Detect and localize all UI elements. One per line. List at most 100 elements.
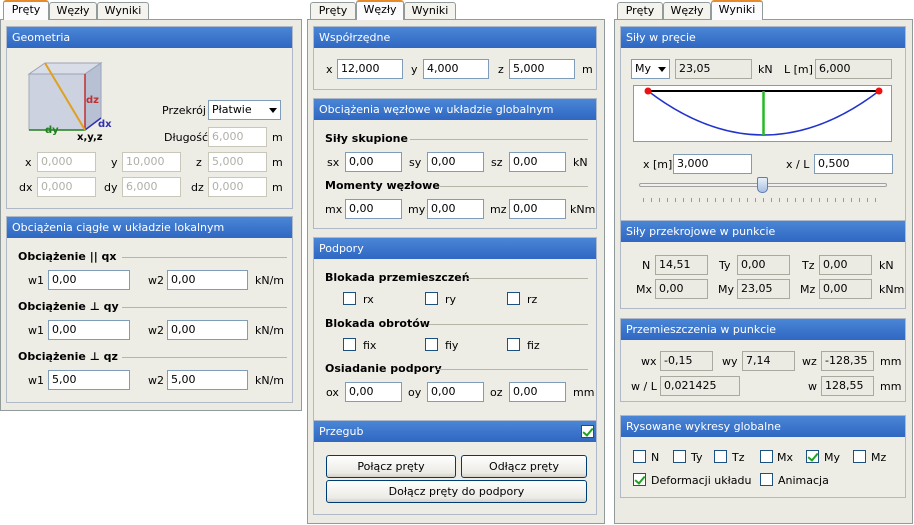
hinge-header: Przegub <box>314 421 596 442</box>
end-node-dot <box>875 87 883 95</box>
y-field[interactable]: 10,000 <box>122 152 181 172</box>
qx-w1-field[interactable]: 0,00 <box>48 270 130 290</box>
oz-label: oz <box>490 386 503 399</box>
position-xl-field[interactable]: 0,500 <box>814 154 893 174</box>
position-x-label: x [m] <box>643 158 673 171</box>
tab-nodes[interactable]: Węzły <box>356 0 404 20</box>
tab-nodes[interactable]: Węzły <box>49 2 97 20</box>
fix-checkbox[interactable] <box>343 338 356 351</box>
tab-members[interactable]: Pręty <box>3 0 49 20</box>
rz-checkbox[interactable] <box>507 292 520 305</box>
tab-results[interactable]: Wyniki <box>711 0 763 20</box>
animation-checkbox[interactable] <box>760 473 773 486</box>
members-panel: Pręty Węzły Wyniki Geometria dz dx dy x,… <box>0 0 302 525</box>
rx-checkbox[interactable] <box>343 292 356 305</box>
node-x-field[interactable]: 12,000 <box>337 59 403 79</box>
section-forces-group: Siły przekrojowe w punkcie N 14,51 Ty 0,… <box>620 220 906 309</box>
settlement-unit: mm <box>573 386 595 399</box>
plot-ty-checkbox[interactable] <box>673 450 686 463</box>
x-field[interactable]: 0,000 <box>37 152 96 172</box>
length-field[interactable]: 6,000 <box>208 127 267 147</box>
cube-dz-label: dz <box>86 95 99 106</box>
wx-label: wx <box>641 355 657 368</box>
hinge-checkbox[interactable] <box>581 425 594 438</box>
qz-w2-field[interactable]: 5,00 <box>167 370 248 390</box>
plot-my-checkbox[interactable] <box>806 450 819 463</box>
sx-field[interactable]: 0,00 <box>345 152 402 172</box>
position-x-field[interactable]: 3,000 <box>673 154 752 174</box>
plot-mx-checkbox[interactable] <box>760 450 773 463</box>
tab-members[interactable]: Pręty <box>617 2 663 20</box>
rx-label: rx <box>363 293 374 306</box>
section-force-unit: kN <box>879 259 894 272</box>
ry-checkbox[interactable] <box>425 292 438 305</box>
sy-label: sy <box>409 156 422 169</box>
oy-field[interactable]: 0,00 <box>427 382 484 402</box>
qy-w2-field[interactable]: 0,00 <box>167 320 248 340</box>
disconnect-members-button[interactable]: Odłącz pręty <box>461 455 587 478</box>
divider <box>437 369 588 370</box>
oz-field[interactable]: 0,00 <box>509 382 566 402</box>
section-select[interactable]: Płatwie <box>208 100 281 120</box>
dy-field[interactable]: 6,000 <box>122 177 181 197</box>
load-qz-heading: Obciążenie ⊥ qz <box>18 350 118 363</box>
sz-label: sz <box>491 156 503 169</box>
chevron-down-icon <box>658 67 666 72</box>
deformation-checkbox[interactable] <box>633 473 646 486</box>
sz-field[interactable]: 0,00 <box>509 152 566 172</box>
qx-unit: kN/m <box>255 274 285 287</box>
plot-ty-label: Ty <box>691 451 703 464</box>
qx-w2-field[interactable]: 0,00 <box>167 270 248 290</box>
ox-label: ox <box>326 386 339 399</box>
qz-w1-label: w1 <box>28 374 44 387</box>
connect-members-button[interactable]: Połącz pręty <box>326 455 456 478</box>
fiy-label: fiy <box>445 339 459 352</box>
qz-w1-field[interactable]: 5,00 <box>48 370 130 390</box>
supports-group: Podpory Blokada przemieszczeń rx ry rz B… <box>313 237 597 427</box>
z-field[interactable]: 5,000 <box>208 152 267 172</box>
force-component-select[interactable]: My <box>631 59 670 79</box>
fix-label: fix <box>363 339 377 352</box>
fiy-checkbox[interactable] <box>425 338 438 351</box>
mz-field[interactable]: 0,00 <box>509 199 566 219</box>
hinge-title: Przegub <box>319 425 364 438</box>
qx-w1-label: w1 <box>28 274 44 287</box>
dy-label: dy <box>104 181 118 194</box>
deformation-label: Deformacji układu <box>651 474 752 487</box>
plot-mz-checkbox[interactable] <box>853 450 866 463</box>
coordinates-header: Współrzędne <box>314 27 596 48</box>
plot-n-checkbox[interactable] <box>633 450 646 463</box>
dxyz-unit: m <box>272 181 283 194</box>
node-y-field[interactable]: 4,000 <box>423 59 489 79</box>
section-label: Przekrój <box>162 104 206 117</box>
attach-to-support-button[interactable]: Dołącz pręty do podpory <box>326 480 587 503</box>
position-slider-thumb[interactable] <box>757 177 768 193</box>
divider <box>122 257 287 258</box>
distributed-loads-header: Obciążenia ciągłe w układzie lokalnym <box>7 217 292 238</box>
qy-w1-field[interactable]: 0,00 <box>48 320 130 340</box>
member-forces-header: Siły w pręcie <box>621 27 905 48</box>
position-xl-label: x / L <box>786 158 810 171</box>
fiz-checkbox[interactable] <box>507 338 520 351</box>
force-value-field: 23,05 <box>675 59 752 79</box>
sy-field[interactable]: 0,00 <box>427 152 484 172</box>
tab-nodes[interactable]: Węzły <box>663 2 711 20</box>
my-field[interactable]: 0,00 <box>427 199 484 219</box>
node-z-field[interactable]: 5,000 <box>509 59 575 79</box>
plot-tz-checkbox[interactable] <box>714 450 727 463</box>
mx-field[interactable]: 0,00 <box>345 199 402 219</box>
w-unit: mm <box>880 380 902 393</box>
n-label: N <box>642 259 651 272</box>
dx-field[interactable]: 0,000 <box>37 177 96 197</box>
length-label: Długość <box>164 131 209 144</box>
dz-field[interactable]: 0,000 <box>208 177 267 197</box>
qz-unit: kN/m <box>255 374 285 387</box>
animation-label: Animacja <box>778 474 829 487</box>
geometry-group: Geometria dz dx dy x,y,z Przekrój Płatwi… <box>6 26 293 209</box>
tab-results[interactable]: Wyniki <box>404 2 456 20</box>
mx-label: mx <box>325 203 343 216</box>
tab-members[interactable]: Pręty <box>310 2 356 20</box>
ox-field[interactable]: 0,00 <box>345 382 402 402</box>
qx-w2-label: w2 <box>148 274 164 287</box>
tab-results[interactable]: Wyniki <box>97 2 149 20</box>
